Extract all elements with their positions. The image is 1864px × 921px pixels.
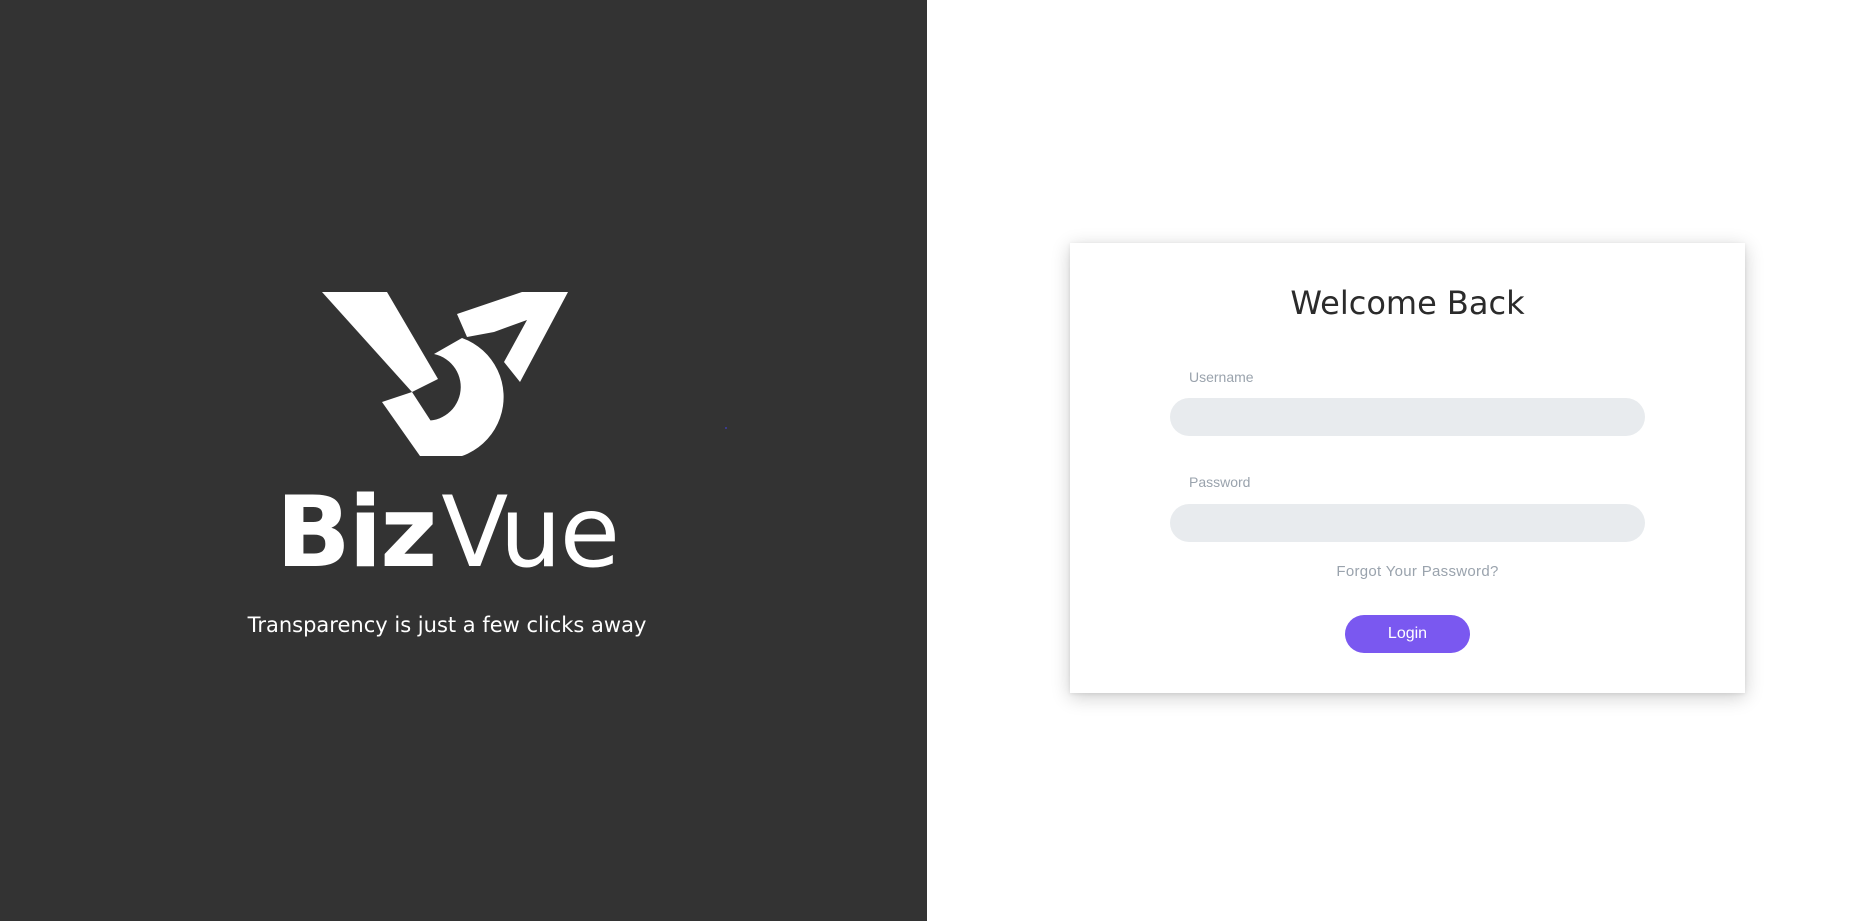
password-input[interactable] — [1170, 504, 1645, 542]
brand-wordmark: BizVue — [262, 483, 632, 583]
brand-name-biz: Biz — [275, 476, 437, 590]
username-label: Username — [1189, 369, 1254, 385]
username-input[interactable] — [1170, 398, 1645, 436]
decorative-dot — [725, 427, 727, 429]
form-panel: Welcome Back Username Password Forgot Yo… — [927, 0, 1864, 921]
bizvue-logo-mark-icon — [322, 292, 568, 456]
login-page: BizVue Transparency is just a few clicks… — [0, 0, 1864, 921]
login-button[interactable]: Login — [1345, 615, 1470, 653]
brand-name-vue: Vue — [441, 476, 620, 590]
login-card: Welcome Back Username Password Forgot Yo… — [1070, 243, 1745, 693]
login-title: Welcome Back — [1290, 284, 1525, 322]
forgot-password-link[interactable]: Forgot Your Password? — [1070, 562, 1765, 582]
brand-tagline: Transparency is just a few clicks away — [247, 613, 647, 637]
brand-panel: BizVue Transparency is just a few clicks… — [0, 0, 927, 921]
password-label: Password — [1189, 474, 1251, 490]
